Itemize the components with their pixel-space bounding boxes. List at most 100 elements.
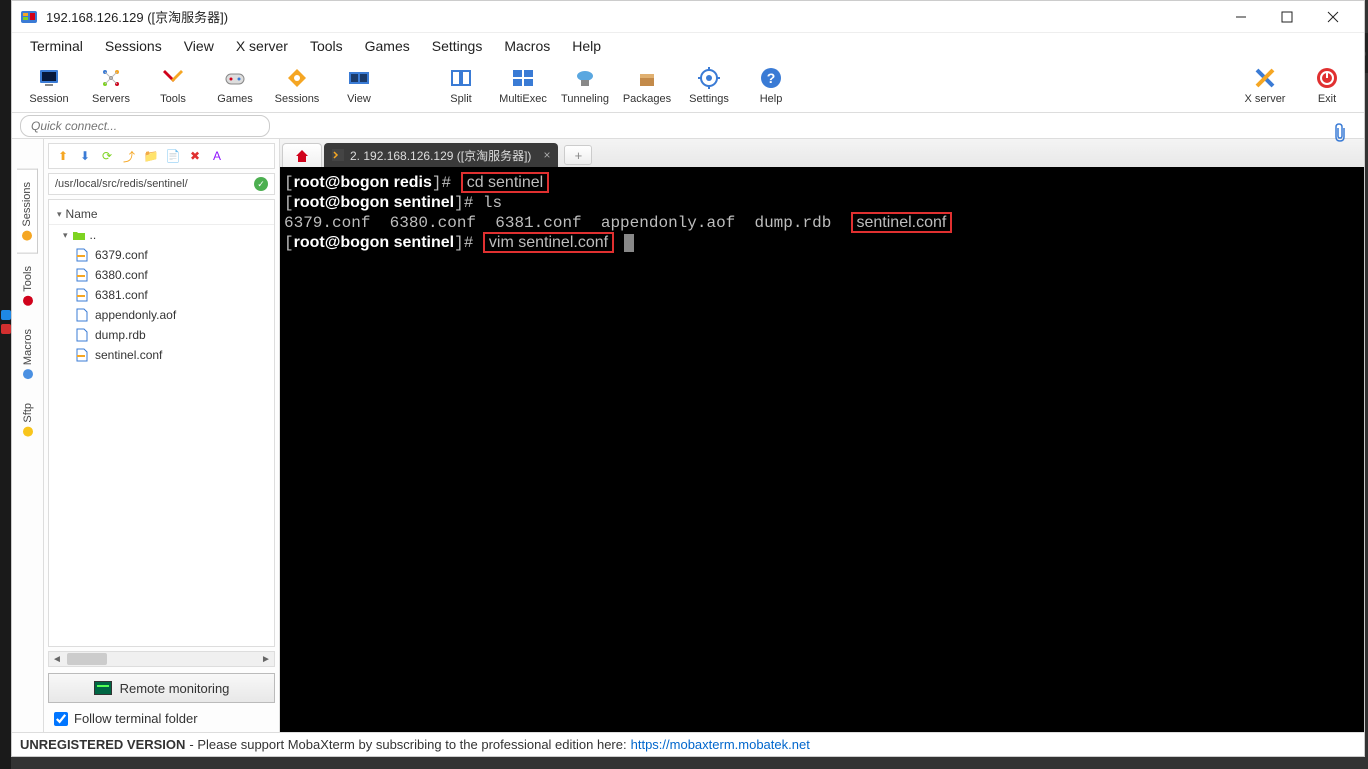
sftp-props-icon[interactable]: A	[209, 148, 225, 164]
menu-games[interactable]: Games	[355, 35, 420, 57]
terminal-tab-label: 2. 192.168.126.129 ([京淘服务器])	[350, 147, 531, 164]
tb-view[interactable]: View	[328, 60, 390, 112]
follow-terminal-label: Follow terminal folder	[74, 711, 198, 726]
toolbar: Session Servers Tools Games Sessions Vie…	[12, 59, 1364, 113]
status-text: - Please support MobaXterm by subscribin…	[189, 737, 626, 752]
menu-terminal[interactable]: Terminal	[20, 35, 93, 57]
tb-help[interactable]: ?Help	[740, 60, 802, 112]
help-icon: ?	[759, 66, 783, 90]
tb-games[interactable]: Games	[204, 60, 266, 112]
sftp-newfolder-icon[interactable]: 📁	[143, 148, 159, 164]
rail-tab-sessions[interactable]: Sessions	[17, 169, 38, 254]
tab-close-icon[interactable]: ×	[543, 148, 550, 162]
scroll-right-icon[interactable]: ►	[258, 654, 274, 665]
scroll-left-icon[interactable]: ◄	[49, 654, 65, 665]
menu-xserver[interactable]: X server	[226, 35, 298, 57]
tb-exit[interactable]: Exit	[1296, 60, 1358, 112]
titlebar: 192.168.126.129 ([京淘服务器])	[12, 1, 1364, 33]
tree-header-name[interactable]: Name	[49, 204, 274, 225]
xserver-icon	[1253, 66, 1277, 90]
tb-tools[interactable]: Tools	[142, 60, 204, 112]
file-icon	[75, 248, 89, 262]
scroll-thumb[interactable]	[67, 653, 107, 665]
sessions-icon	[285, 66, 309, 90]
servers-icon	[99, 66, 123, 90]
paperclip-icon[interactable]	[1326, 123, 1354, 143]
menu-sessions[interactable]: Sessions	[95, 35, 172, 57]
maximize-button[interactable]	[1264, 2, 1310, 32]
terminal-tab-icon	[332, 149, 344, 161]
menu-settings[interactable]: Settings	[422, 35, 493, 57]
menubar: Terminal Sessions View X server Tools Ga…	[12, 33, 1364, 59]
sftp-delete-icon[interactable]: ✖	[187, 148, 203, 164]
tree-item[interactable]: sentinel.conf	[49, 345, 274, 365]
tb-xserver-right[interactable]: X server	[1234, 60, 1296, 112]
path-ok-icon: ✓	[254, 177, 268, 191]
tree-parent-dir[interactable]: ..	[49, 225, 274, 245]
tb-servers[interactable]: Servers	[80, 60, 142, 112]
window-controls	[1218, 2, 1356, 32]
body: « Sessions Tools Macros Sftp ⬆ ⬇ ⟳ ⤴ 📁 📄…	[12, 139, 1364, 732]
follow-terminal-checkbox[interactable]	[54, 712, 68, 726]
terminal[interactable]: [root@bogon redis]# cd sentinel [root@bo…	[280, 167, 1364, 732]
terminal-tabs: 2. 192.168.126.129 ([京淘服务器]) × +	[280, 139, 1364, 167]
app-icon	[20, 8, 38, 26]
tree-item[interactable]: 6380.conf	[49, 265, 274, 285]
tb-split[interactable]: Split	[430, 60, 492, 112]
tb-session[interactable]: Session	[18, 60, 80, 112]
sftp-toolbar: ⬆ ⬇ ⟳ ⤴ 📁 📄 ✖ A	[48, 143, 275, 169]
file-icon	[75, 348, 89, 362]
view-icon	[347, 66, 371, 90]
main-area: 2. 192.168.126.129 ([京淘服务器]) × + [root@b…	[280, 139, 1364, 732]
sftp-newfile-icon[interactable]: 📄	[165, 148, 181, 164]
menu-help[interactable]: Help	[562, 35, 611, 57]
app-window: 192.168.126.129 ([京淘服务器]) Terminal Sessi…	[11, 0, 1365, 757]
menu-macros[interactable]: Macros	[494, 35, 560, 57]
home-icon	[294, 148, 310, 164]
tb-tunneling[interactable]: Tunneling	[554, 60, 616, 112]
tb-sessions[interactable]: Sessions	[266, 60, 328, 112]
tree-item-label: 6379.conf	[95, 248, 148, 262]
status-unregistered: UNREGISTERED VERSION	[20, 737, 185, 752]
tree-item[interactable]: appendonly.aof	[49, 305, 274, 325]
tree-item-label: 6381.conf	[95, 288, 148, 302]
sftp-refresh-icon[interactable]: ⟳	[99, 148, 115, 164]
terminal-tab-active[interactable]: 2. 192.168.126.129 ([京淘服务器]) ×	[324, 143, 558, 167]
sftp-parent-icon[interactable]: ⤴	[121, 148, 137, 164]
tb-packages[interactable]: Packages	[616, 60, 678, 112]
tree-item[interactable]: dump.rdb	[49, 325, 274, 345]
tb-multiexec[interactable]: MultiExec	[492, 60, 554, 112]
file-icon	[75, 328, 89, 342]
remote-monitoring-button[interactable]: Remote monitoring	[48, 673, 275, 703]
sftp-upload-icon[interactable]: ⬆	[55, 148, 71, 164]
session-icon	[37, 66, 61, 90]
svg-text:?: ?	[767, 70, 776, 86]
exit-icon	[1315, 66, 1339, 90]
background-edge	[0, 0, 11, 769]
menu-tools[interactable]: Tools	[300, 35, 353, 57]
tree-item[interactable]: 6381.conf	[49, 285, 274, 305]
tb-settings[interactable]: Settings	[678, 60, 740, 112]
menu-view[interactable]: View	[174, 35, 224, 57]
quick-connect-bar	[12, 113, 1364, 139]
add-tab-button[interactable]: +	[564, 145, 592, 165]
tree-item-label: 6380.conf	[95, 268, 148, 282]
home-tab[interactable]	[282, 143, 322, 167]
tools-icon	[161, 66, 185, 90]
rail-tab-tools[interactable]: Tools	[18, 254, 38, 318]
tree-item-label: dump.rdb	[95, 328, 146, 342]
status-link[interactable]: https://mobaxterm.mobatek.net	[631, 737, 810, 752]
file-icon	[75, 308, 89, 322]
sftp-download-icon[interactable]: ⬇	[77, 148, 93, 164]
file-icon	[75, 268, 89, 282]
tree-item[interactable]: 6379.conf	[49, 245, 274, 265]
sftp-hscroll[interactable]: ◄ ►	[48, 651, 275, 667]
rail-tab-sftp[interactable]: Sftp	[18, 391, 38, 449]
close-button[interactable]	[1310, 2, 1356, 32]
sftp-path-text: /usr/local/src/redis/sentinel/	[55, 178, 254, 190]
rail-tab-macros[interactable]: Macros	[18, 317, 38, 391]
sftp-path[interactable]: /usr/local/src/redis/sentinel/ ✓	[48, 173, 275, 195]
tunneling-icon	[573, 66, 597, 90]
quick-connect-input[interactable]	[20, 115, 270, 137]
minimize-button[interactable]	[1218, 2, 1264, 32]
